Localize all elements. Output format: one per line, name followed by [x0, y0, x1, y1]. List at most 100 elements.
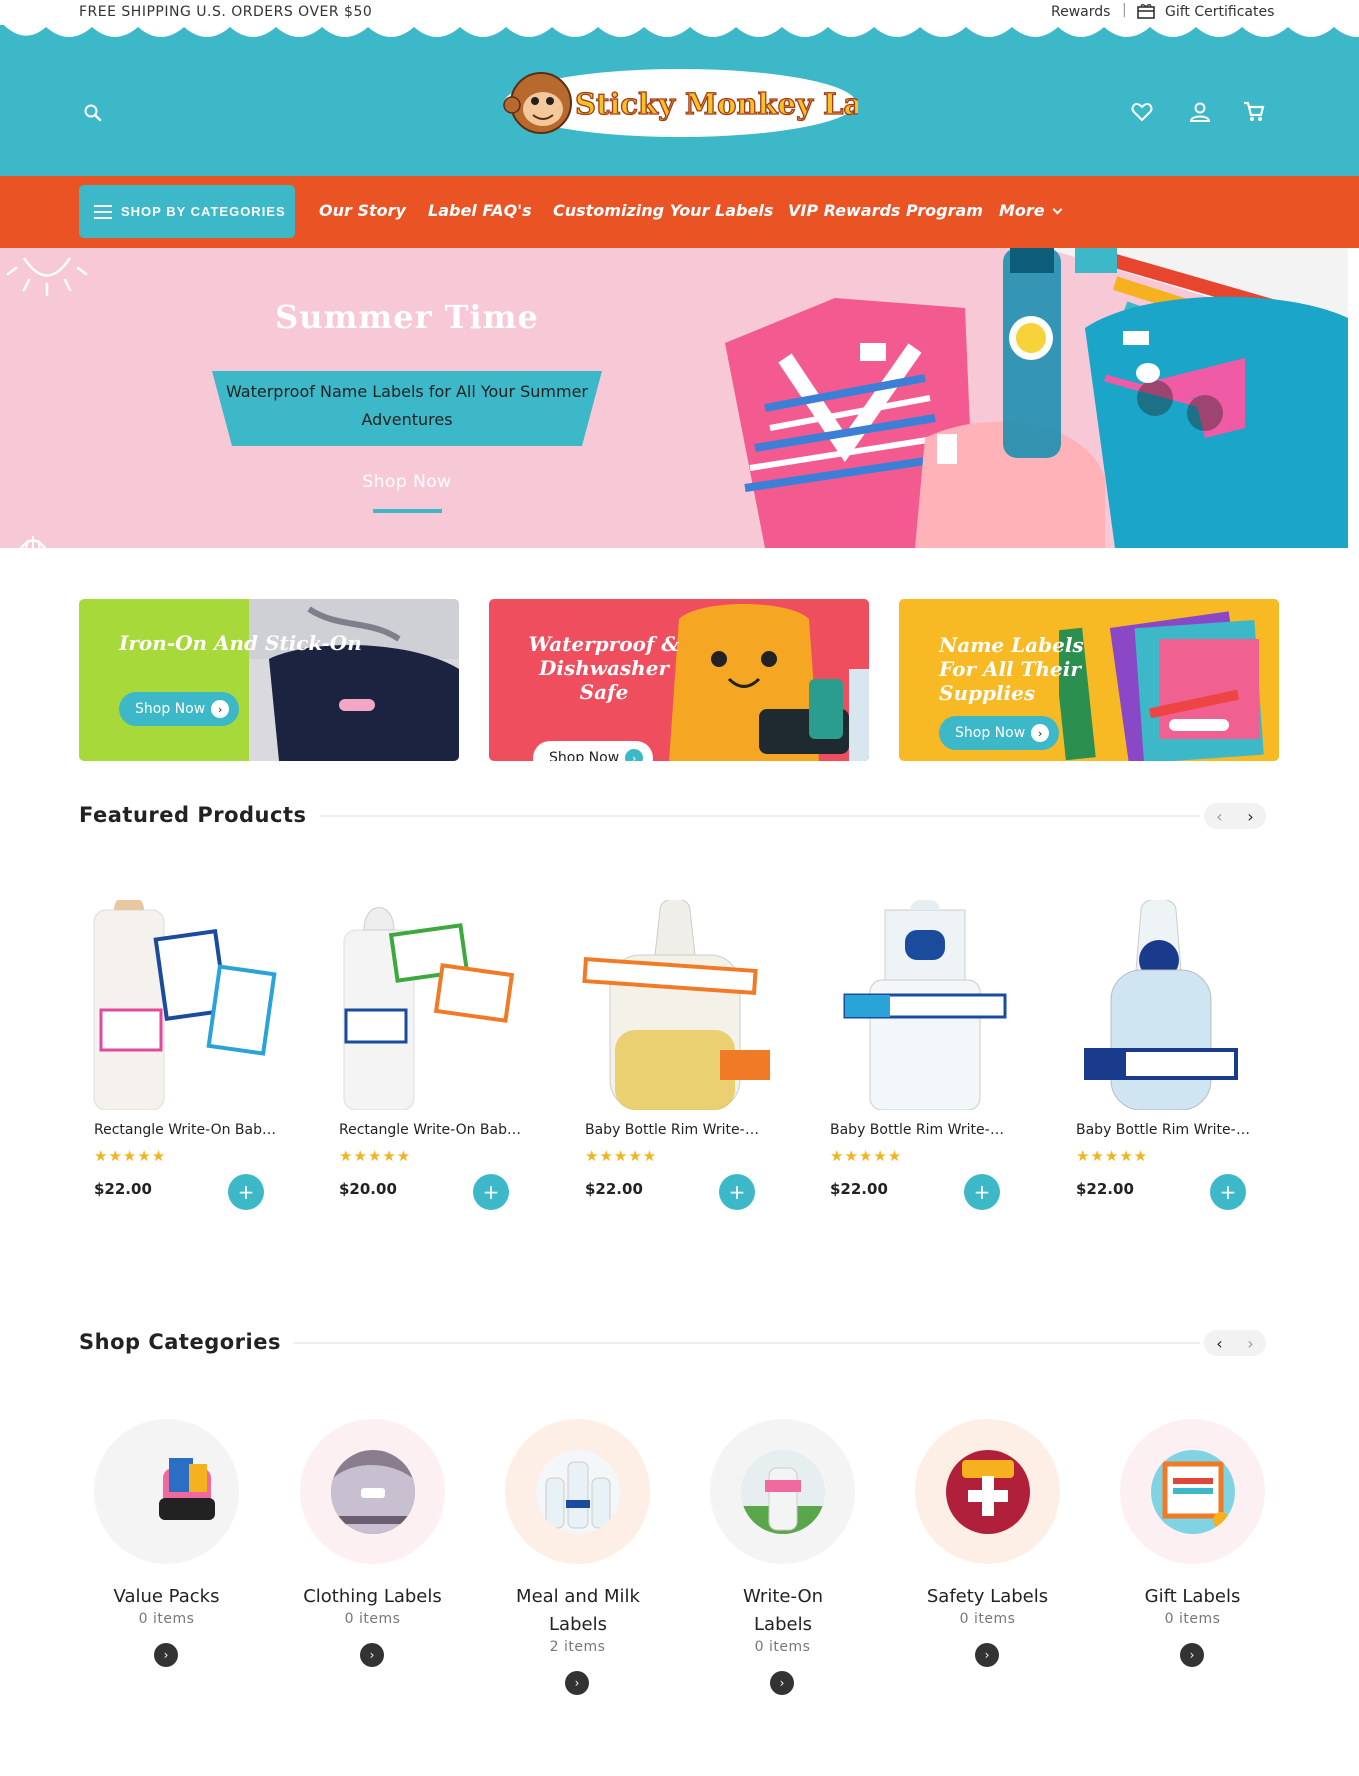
arrow-right-icon[interactable]: › [565, 1671, 589, 1695]
gift-icon [1137, 4, 1155, 19]
cloud-border [3, 25, 1359, 37]
category-name: Safety Labels [926, 1586, 1049, 1607]
categories-carousel-controls: ‹ › [1204, 1330, 1266, 1356]
nav-more-label: More [999, 201, 1045, 220]
add-to-cart-button[interactable]: + [964, 1174, 1000, 1210]
category-image [145, 1450, 229, 1534]
product-price: $22.00 [830, 1180, 888, 1198]
section-divider [293, 1342, 1200, 1344]
add-to-cart-button[interactable]: + [228, 1174, 264, 1210]
menu-icon [94, 205, 112, 219]
product-name[interactable]: Baby Bottle Rim Write-On Labels [585, 1122, 770, 1138]
promo-card-supplies[interactable]: Name Labels For All Their Supplies Shop … [899, 599, 1279, 761]
arrow-right-icon[interactable]: › [154, 1643, 178, 1667]
chevron-right-icon[interactable]: › [1235, 803, 1266, 829]
nav-more[interactable]: More [999, 201, 1063, 220]
promo-supplies-image [1059, 599, 1279, 761]
featured-products-title: Featured Products [79, 803, 307, 827]
main-navigation: SHOP BY CATEGORIES Our Story Label FAQ's… [0, 176, 1359, 248]
nav-vip-rewards[interactable]: VIP Rewards Program [788, 201, 983, 220]
hero-title: Summer Time [275, 298, 539, 336]
shell-icon [19, 536, 47, 548]
category-name: Clothing Labels [303, 1586, 442, 1607]
nav-label-faq[interactable]: Label FAQ's [428, 201, 532, 220]
gift-certificates-link[interactable]: Gift Certificates [1165, 4, 1274, 20]
hero-banner: Summer Time Waterproof Name Labels for A… [0, 248, 1348, 548]
hero-cta-underline [373, 509, 442, 513]
announcement-bar: FREE SHIPPING U.S. ORDERS OVER $50 Rewar… [0, 0, 1359, 25]
chevron-right-icon[interactable]: › [1235, 1330, 1266, 1356]
promo-title-supplies: Name Labels For All Their Supplies [939, 633, 1089, 705]
product-name[interactable]: Rectangle Write-On Baby Bottle Labels [339, 1122, 524, 1138]
product-rating: ★★★★★ [830, 1147, 903, 1165]
category-image [946, 1450, 1030, 1534]
product-price: $22.00 [1076, 1180, 1134, 1198]
category-name: Meal and Milk Labels [516, 1586, 640, 1635]
promo-shop-now-iron-on[interactable]: Shop Now › [119, 692, 240, 726]
category-count: 0 items [754, 1639, 811, 1655]
promo-shop-now-label: Shop Now [955, 725, 1026, 741]
arrow-right-icon: › [625, 749, 644, 761]
category-image [741, 1450, 825, 1534]
product-rating: ★★★★★ [585, 1147, 658, 1165]
arrow-right-icon[interactable]: › [360, 1643, 384, 1667]
promo-shop-now-waterproof[interactable]: Shop Now › [533, 741, 654, 761]
chevron-left-icon[interactable]: ‹ [1204, 1330, 1235, 1356]
promo-title-supplies-text: Name Labels For All Their Supplies [939, 633, 1084, 705]
site-logo[interactable]: Sticky Monkey Labels [503, 67, 858, 139]
nav-our-story[interactable]: Our Story [319, 201, 406, 220]
promo-title-waterproof: Waterproof & Dishwasher Safe [528, 632, 680, 704]
arrow-right-icon[interactable]: › [1180, 1643, 1204, 1667]
promo-title-iron-on: Iron-On And Stick-On [119, 631, 362, 655]
promo-shop-now-label: Shop Now [549, 750, 620, 761]
section-divider [320, 815, 1200, 817]
category-count: 0 items [138, 1611, 195, 1627]
shop-by-categories-label: SHOP BY CATEGORIES [121, 204, 286, 219]
nav-customizing[interactable]: Customizing Your Labels [553, 201, 773, 220]
search-icon[interactable] [83, 103, 103, 123]
account-icon[interactable] [1189, 101, 1211, 123]
plus-icon: + [237, 1180, 255, 1204]
hero-swimwear-image [725, 248, 1348, 548]
product-name[interactable]: Rectangle Write-On Baby Bottle Labels [94, 1122, 279, 1138]
add-to-cart-button[interactable]: + [473, 1174, 509, 1210]
category-name: Gift Labels [1144, 1586, 1241, 1607]
chevron-left-icon[interactable]: ‹ [1204, 803, 1235, 829]
hero-subtitle: Waterproof Name Labels for All Your Summ… [226, 382, 588, 429]
chevron-down-icon [1052, 204, 1063, 215]
promo-card-iron-on[interactable]: Iron-On And Stick-On Shop Now › [79, 599, 459, 761]
hero-shop-now-link[interactable]: Shop Now [212, 472, 602, 492]
add-to-cart-button[interactable]: + [1210, 1174, 1246, 1210]
arrow-right-icon[interactable]: › [770, 1671, 794, 1695]
product-image [343, 907, 515, 1110]
category-name: Write-On Labels [742, 1586, 824, 1635]
product-image [93, 900, 277, 1110]
rewards-link[interactable]: Rewards [1051, 4, 1110, 20]
promo-card-waterproof[interactable]: Waterproof & Dishwasher Safe Shop Now › [489, 599, 869, 761]
plus-icon: + [1219, 1180, 1237, 1204]
product-name[interactable]: Baby Bottle Rim Write-On Labels [830, 1122, 1015, 1138]
category-image [1151, 1450, 1235, 1534]
shop-by-categories-button[interactable]: SHOP BY CATEGORIES [79, 185, 295, 238]
free-shipping-text: FREE SHIPPING U.S. ORDERS OVER $50 [79, 4, 373, 20]
category-count: 0 items [1164, 1611, 1221, 1627]
product-price: $20.00 [339, 1180, 397, 1198]
product-name[interactable]: Baby Bottle Rim Write-On Labels [1076, 1122, 1261, 1138]
arrow-right-icon[interactable]: › [975, 1643, 999, 1667]
plus-icon: + [728, 1180, 746, 1204]
shop-categories-title: Shop Categories [79, 1330, 281, 1354]
cart-icon[interactable] [1243, 101, 1265, 123]
promo-shop-now-supplies[interactable]: Shop Now › [939, 716, 1060, 750]
arrow-right-icon: › [1031, 724, 1050, 742]
promo-clothing-image [249, 599, 459, 761]
heart-icon[interactable] [1131, 101, 1153, 123]
category-name: Value Packs [113, 1586, 220, 1607]
category-image [536, 1450, 620, 1534]
category-count: 0 items [959, 1611, 1016, 1627]
product-rating: ★★★★★ [1076, 1147, 1149, 1165]
featured-carousel-controls: ‹ › [1204, 803, 1266, 829]
product-price: $22.00 [94, 1180, 152, 1198]
add-to-cart-button[interactable]: + [719, 1174, 755, 1210]
site-header: Sticky Monkey Labels [0, 25, 1359, 176]
category-count: 2 items [549, 1639, 606, 1655]
